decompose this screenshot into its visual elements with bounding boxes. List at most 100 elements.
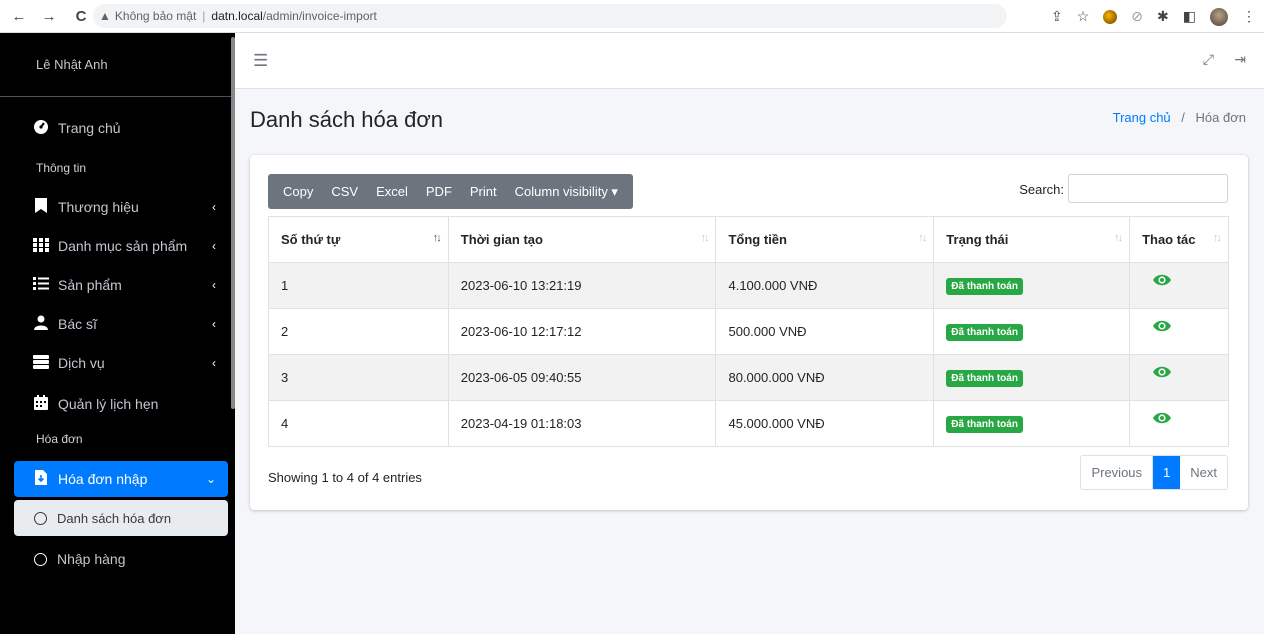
cell-index: 3: [268, 354, 449, 401]
sidebar-item-label: Thương hiệu: [58, 199, 139, 215]
extension-icon[interactable]: [1103, 9, 1118, 24]
chevron-left-icon: ‹: [212, 200, 216, 214]
sort-asc-icon: ↑↓: [432, 232, 442, 244]
cell-status: Đã thanh toán: [933, 262, 1131, 309]
sidebar: Lê Nhật Anh Trang chủ Thông tin Thương h…: [0, 33, 235, 634]
excel-button[interactable]: Excel: [367, 184, 417, 199]
cell-total: 4.100.000 VNĐ: [715, 262, 935, 309]
hamburger-menu-icon[interactable]: ☰: [253, 51, 268, 71]
cell-actions: [1129, 400, 1229, 447]
sidebar-item-import-goods[interactable]: Nhập hàng: [14, 542, 228, 576]
sidebar-item-label: Trang chủ: [58, 120, 121, 136]
cell-actions: [1129, 308, 1229, 355]
column-header-index[interactable]: Số thứ tự ↑↓: [268, 216, 449, 263]
cell-created: 2023-04-19 01:18:03: [447, 400, 717, 447]
breadcrumb-home-link[interactable]: Trang chủ: [1113, 110, 1171, 125]
column-header-status[interactable]: Trạng thái ↑↓: [933, 216, 1131, 263]
status-badge: Đã thanh toán: [946, 369, 1023, 387]
search-input[interactable]: [1068, 174, 1228, 203]
status-badge: Đã thanh toán: [946, 323, 1023, 341]
invoice-card: Copy CSV Excel PDF Print Column visibili…: [250, 155, 1248, 510]
chevron-left-icon: ‹: [212, 239, 216, 253]
browser-actions: ⇪ ☆ ⊘ ✱ ◧ ⋮: [1051, 0, 1256, 33]
view-eye-icon[interactable]: [1152, 411, 1172, 425]
table-row: 2 2023-06-10 12:17:12 500.000 VNĐ Đã tha…: [268, 308, 1229, 355]
insecure-label: Không bảo mật: [114, 9, 197, 23]
dashboard-icon: [30, 119, 52, 138]
page-1-button[interactable]: 1: [1153, 456, 1181, 489]
cell-total: 45.000.000 VNĐ: [715, 400, 935, 447]
list-icon: [30, 277, 52, 293]
cell-created: 2023-06-10 13:21:19: [447, 262, 717, 309]
sort-icon: ↑↓: [918, 232, 927, 244]
sidebar-user-name[interactable]: Lê Nhật Anh: [0, 33, 231, 97]
sidebar-item-products[interactable]: Sản phẩm ‹: [14, 268, 228, 302]
sidebar-item-label: Nhập hàng: [57, 551, 126, 567]
sidebar-item-appointments[interactable]: Quản lý lịch hẹn: [14, 387, 228, 421]
url-host: datn.local: [211, 9, 263, 23]
logout-icon[interactable]: ⇥: [1234, 51, 1246, 68]
sidebar-item-invoice-list[interactable]: Danh sách hóa đơn: [14, 500, 228, 536]
share-icon[interactable]: ⇪: [1051, 8, 1063, 25]
sidebar-item-label: Hóa đơn nhập: [58, 471, 148, 487]
column-visibility-button[interactable]: Column visibility ▾: [506, 184, 627, 200]
browser-toolbar: ← → C ▲ Không bảo mật | datn.local /admi…: [0, 0, 1264, 33]
sidebar-header-info: Thông tin: [36, 161, 87, 175]
column-header-actions[interactable]: Thao tác ↑↓: [1129, 216, 1229, 263]
sidebar-item-label: Bác sĩ: [58, 316, 97, 332]
fullscreen-icon[interactable]: ⤢: [1203, 51, 1214, 68]
server-icon: [30, 354, 52, 372]
cell-total: 80.000.000 VNĐ: [715, 354, 935, 401]
table-row: 1 2023-06-10 13:21:19 4.100.000 VNĐ Đã t…: [268, 262, 1229, 309]
invoice-table: Số thứ tự ↑↓ Thời gian tạo ↑↓ Tổng tiền ↑↓ …: [268, 216, 1229, 447]
address-bar[interactable]: ▲ Không bảo mật | datn.local /admin/invo…: [93, 4, 1007, 28]
bookmark-star-icon[interactable]: ☆: [1077, 8, 1090, 25]
sidebar-item-label: Dịch vụ: [58, 355, 105, 371]
next-button[interactable]: Next: [1180, 456, 1227, 489]
sidebar-item-categories[interactable]: Danh mục sản phẩm ‹: [14, 229, 228, 263]
url-separator: |: [202, 9, 206, 23]
forward-icon[interactable]: →: [38, 8, 60, 25]
pdf-button[interactable]: PDF: [417, 184, 461, 199]
sidebar-item-home[interactable]: Trang chủ: [14, 111, 228, 145]
puzzle-icon[interactable]: ✱: [1157, 8, 1169, 25]
url-path: /admin/invoice-import: [262, 9, 377, 23]
sidepanel-icon[interactable]: ◧: [1183, 8, 1196, 25]
view-eye-icon[interactable]: [1152, 365, 1172, 379]
circle-icon: [34, 552, 47, 566]
cell-actions: [1129, 262, 1229, 309]
table-info: Showing 1 to 4 of 4 entries: [268, 470, 422, 485]
compass-icon[interactable]: ⊘: [1131, 8, 1143, 25]
profile-avatar[interactable]: [1210, 7, 1228, 26]
breadcrumb-current: Hóa đơn: [1195, 110, 1246, 125]
file-download-icon: [30, 470, 52, 488]
column-header-total[interactable]: Tổng tiền ↑↓: [715, 216, 935, 263]
cell-status: Đã thanh toán: [933, 354, 1131, 401]
chevron-left-icon: ‹: [212, 278, 216, 292]
sidebar-item-doctors[interactable]: Bác sĩ ‹: [14, 307, 228, 341]
copy-button[interactable]: Copy: [274, 184, 322, 199]
chevron-left-icon: ‹: [212, 317, 216, 331]
view-eye-icon[interactable]: [1152, 273, 1172, 287]
back-icon[interactable]: ←: [8, 8, 30, 25]
cell-status: Đã thanh toán: [933, 400, 1131, 447]
sidebar-item-brands[interactable]: Thương hiệu ‹: [14, 190, 228, 224]
cell-index: 1: [268, 262, 449, 309]
table-row: 4 2023-04-19 01:18:03 45.000.000 VNĐ Đã …: [268, 400, 1229, 447]
menu-icon[interactable]: ⋮: [1242, 8, 1256, 25]
previous-button[interactable]: Previous: [1081, 456, 1154, 489]
reload-icon[interactable]: C: [70, 8, 92, 25]
doctor-icon: [30, 315, 52, 333]
column-header-created[interactable]: Thời gian tạo ↑↓: [447, 216, 717, 263]
cell-index: 2: [268, 308, 449, 355]
sidebar-scrollbar[interactable]: [231, 37, 235, 409]
print-button[interactable]: Print: [461, 184, 506, 199]
calendar-icon: [30, 395, 52, 413]
sidebar-item-services[interactable]: Dịch vụ ‹: [14, 346, 228, 380]
csv-button[interactable]: CSV: [322, 184, 367, 199]
top-navbar: ☰ ⤢ ⇥: [235, 33, 1264, 89]
sidebar-item-invoice-import[interactable]: Hóa đơn nhập ⌄: [14, 461, 228, 497]
sidebar-item-label: Danh sách hóa đơn: [57, 510, 172, 526]
view-eye-icon[interactable]: [1152, 319, 1172, 333]
sidebar-item-label: Quản lý lịch hẹn: [58, 396, 159, 412]
